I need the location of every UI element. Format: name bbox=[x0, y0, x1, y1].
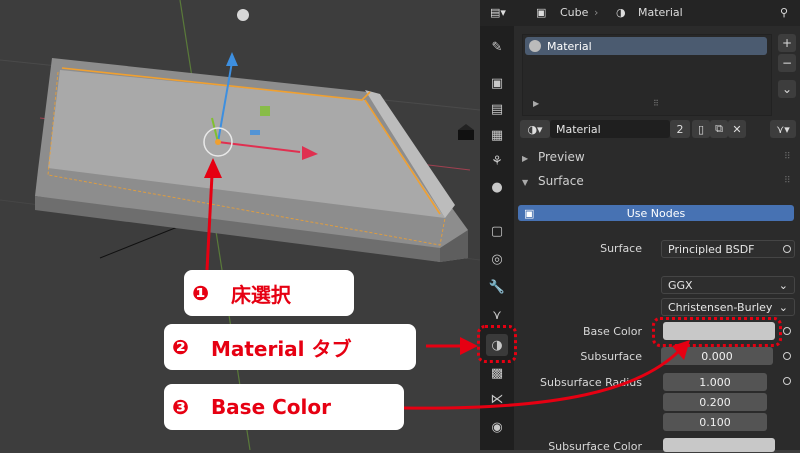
subsurface-method-dropdown[interactable]: Christensen-Burley ⌄ bbox=[661, 298, 795, 316]
subsurface-radius-y[interactable]: 0.200 bbox=[663, 393, 767, 411]
expand-arrow-icon[interactable]: ▶ bbox=[533, 99, 539, 108]
subsurface-field[interactable]: 0.000 bbox=[661, 347, 773, 365]
preview-section[interactable]: ▶ Preview bbox=[522, 150, 585, 164]
material-sphere-icon bbox=[529, 40, 541, 52]
use-nodes-button[interactable]: ▣ Use Nodes bbox=[518, 205, 794, 221]
remove-slot-button[interactable]: − bbox=[778, 54, 796, 72]
properties-editor: ▤▾ ▣ Cube › ◑ Material ⚲ ✎ ▣ ▤ ▦ ⚘ ● ▢ ◎… bbox=[480, 0, 800, 453]
cube-icon: ▣ bbox=[536, 6, 547, 19]
annotation-base-color: ❸ Base Color bbox=[164, 384, 404, 430]
annotation-floor-select: ❶ 床選択 bbox=[184, 270, 354, 316]
section-grip-icon-2[interactable]: ⠿ bbox=[784, 176, 791, 186]
surface-link-icon[interactable] bbox=[783, 245, 791, 253]
unlink-icon[interactable]: ✕ bbox=[728, 120, 746, 138]
subsurface-radius-x[interactable]: 1.000 bbox=[663, 373, 767, 391]
chevron-down-icon: ⌄ bbox=[778, 278, 788, 292]
surface-shader-dropdown[interactable]: Principled BSDF bbox=[661, 240, 795, 258]
node-tree-icon: ▣ bbox=[524, 206, 535, 220]
subsurface-label: Subsurface bbox=[580, 350, 642, 363]
3d-viewport[interactable] bbox=[0, 0, 480, 450]
properties-header: ▤▾ ▣ Cube › ◑ Material ⚲ bbox=[480, 0, 800, 26]
distribution-dropdown[interactable]: GGX ⌄ bbox=[661, 276, 795, 294]
view-layer-tab-icon[interactable]: ▦ bbox=[486, 124, 508, 146]
browse-material-button[interactable]: ◑▾ bbox=[520, 120, 550, 138]
render-tab-icon[interactable]: ▣ bbox=[486, 72, 508, 94]
object-tab-icon[interactable]: ▢ bbox=[486, 220, 508, 242]
data-tab-icon[interactable]: ⋉ bbox=[486, 388, 508, 410]
modifier-tab-icon[interactable]: 🔧 bbox=[486, 276, 508, 298]
texture-tab-icon[interactable]: ▩ bbox=[486, 362, 508, 384]
material-tab-highlight bbox=[477, 325, 517, 363]
pin-icon[interactable]: ⚲ bbox=[780, 6, 788, 19]
slot-menu-button[interactable]: ⌄ bbox=[778, 80, 796, 98]
particles-tab-icon[interactable]: ⋎ bbox=[486, 304, 508, 326]
subsurface-radius-label: Subsurface Radius bbox=[540, 376, 642, 389]
section-grip-icon[interactable]: ⠿ bbox=[784, 152, 791, 162]
node-link-icon[interactable]: ⋎▾ bbox=[770, 120, 796, 138]
add-slot-button[interactable]: + bbox=[778, 34, 796, 52]
base-color-label: Base Color bbox=[582, 325, 642, 338]
surface-section[interactable]: ▼ Surface bbox=[522, 174, 584, 188]
subsurface-color-label: Subsurface Color bbox=[548, 440, 642, 453]
viewport-scene bbox=[0, 0, 480, 450]
subsurface-radius-link-icon[interactable] bbox=[783, 377, 791, 385]
base-color-highlight bbox=[652, 317, 782, 347]
resize-grip-icon[interactable]: ⠿ bbox=[653, 99, 659, 108]
breadcrumb-separator: › bbox=[594, 6, 599, 19]
surface-label: Surface bbox=[600, 242, 642, 255]
subsurface-radius-z[interactable]: 0.100 bbox=[663, 413, 767, 431]
output-tab-icon[interactable]: ▤ bbox=[486, 98, 508, 120]
properties-tabs: ✎ ▣ ▤ ▦ ⚘ ● ▢ ◎ 🔧 ⋎ ◑ ▩ ⋉ ◉ bbox=[480, 26, 514, 450]
material-slot-item[interactable]: Material bbox=[525, 37, 767, 55]
world-tab-icon[interactable]: ● bbox=[486, 176, 508, 198]
object-name[interactable]: Cube bbox=[560, 6, 588, 19]
constraints-tab-icon[interactable]: ◉ bbox=[486, 416, 508, 438]
scene-tab-icon[interactable]: ⚘ bbox=[486, 150, 508, 172]
material-icon: ◑ bbox=[616, 6, 626, 19]
user-count[interactable]: 2 bbox=[670, 120, 690, 138]
expanded-arrow-icon: ▼ bbox=[522, 178, 529, 187]
base-color-link-icon[interactable] bbox=[783, 327, 791, 335]
tool-tab-icon[interactable]: ✎ bbox=[486, 36, 508, 58]
annotation-material-tab: ❷ Material タブ bbox=[164, 324, 416, 370]
editor-type-icon[interactable]: ▤▾ bbox=[490, 6, 506, 19]
light-icon bbox=[237, 9, 249, 21]
z-arrow-icon bbox=[226, 52, 238, 66]
chevron-down-icon-2: ⌄ bbox=[778, 300, 788, 314]
context-name[interactable]: Material bbox=[638, 6, 683, 19]
material-selector-row: ◑▾ Material 2 ▯ ⧉ ✕ ⋎▾ bbox=[514, 118, 800, 140]
physics-tab-icon[interactable]: ◎ bbox=[486, 248, 508, 270]
fake-user-icon[interactable]: ▯ bbox=[692, 120, 710, 138]
collapsed-arrow-icon: ▶ bbox=[522, 154, 529, 163]
duplicate-icon[interactable]: ⧉ bbox=[710, 120, 728, 138]
material-slot-label: Material bbox=[547, 39, 592, 53]
material-name-field[interactable]: Material bbox=[550, 120, 670, 138]
material-slot-list[interactable]: Material ▶ ⠿ bbox=[522, 34, 772, 116]
subsurface-link-icon[interactable] bbox=[783, 352, 791, 360]
